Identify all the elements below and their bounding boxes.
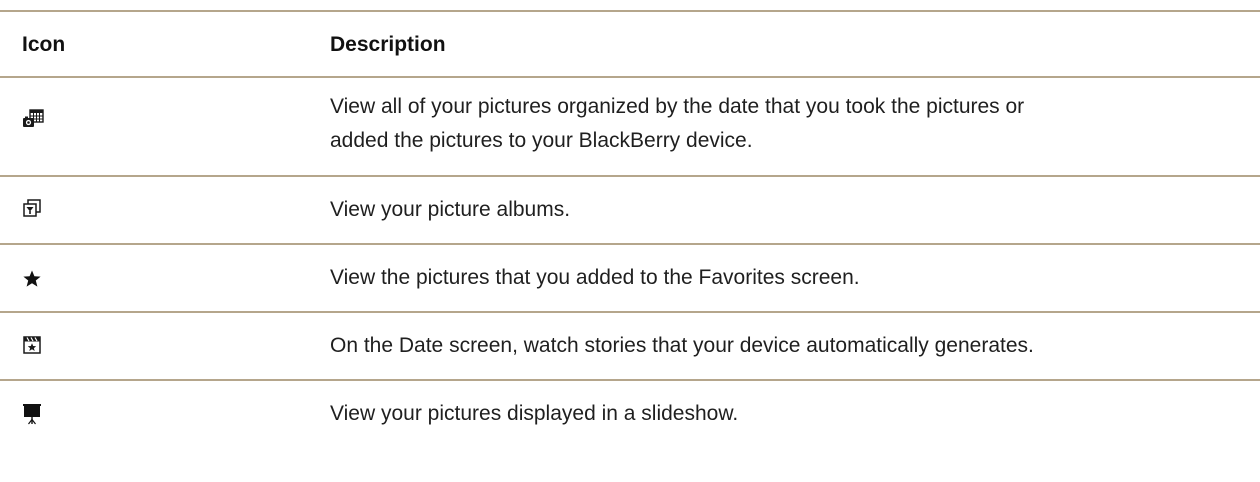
table-row: On the Date screen, watch stories that y…: [0, 313, 1260, 379]
description-line: View all of your pictures organized by t…: [330, 95, 1025, 118]
header-description: Description: [330, 33, 446, 56]
table-row: View your picture albums.: [0, 177, 1260, 243]
header-icon: Icon: [22, 33, 66, 56]
camera-calendar-icon: [22, 109, 62, 139]
table-row: View all of your pictures organized by t…: [0, 78, 1260, 175]
story-clapperboard-icon: [22, 335, 62, 365]
icon-description-table: Icon Description View all of your pictur…: [0, 0, 1260, 482]
table-row: View your pictures displayed in a slides…: [0, 381, 1260, 451]
description-line: View your picture albums.: [330, 198, 571, 221]
table-header-row: Icon Description: [0, 10, 1260, 76]
row-description: View your picture albums.: [330, 193, 1250, 227]
row-description: View your pictures displayed in a slides…: [330, 397, 1250, 431]
row-description: View all of your pictures organized by t…: [330, 90, 1250, 158]
description-line: View the pictures that you added to the …: [330, 266, 860, 289]
table-row: View the pictures that you added to the …: [0, 245, 1260, 311]
slideshow-projector-icon: [22, 403, 62, 433]
picture-albums-icon: [22, 199, 62, 229]
description-line: View your pictures displayed in a slides…: [330, 402, 739, 425]
description-line: On the Date screen, watch stories that y…: [330, 334, 1034, 357]
row-description: On the Date screen, watch stories that y…: [330, 329, 1250, 363]
description-line: added the pictures to your BlackBerry de…: [330, 129, 753, 152]
row-description: View the pictures that you added to the …: [330, 261, 1250, 295]
star-icon: [22, 269, 62, 299]
